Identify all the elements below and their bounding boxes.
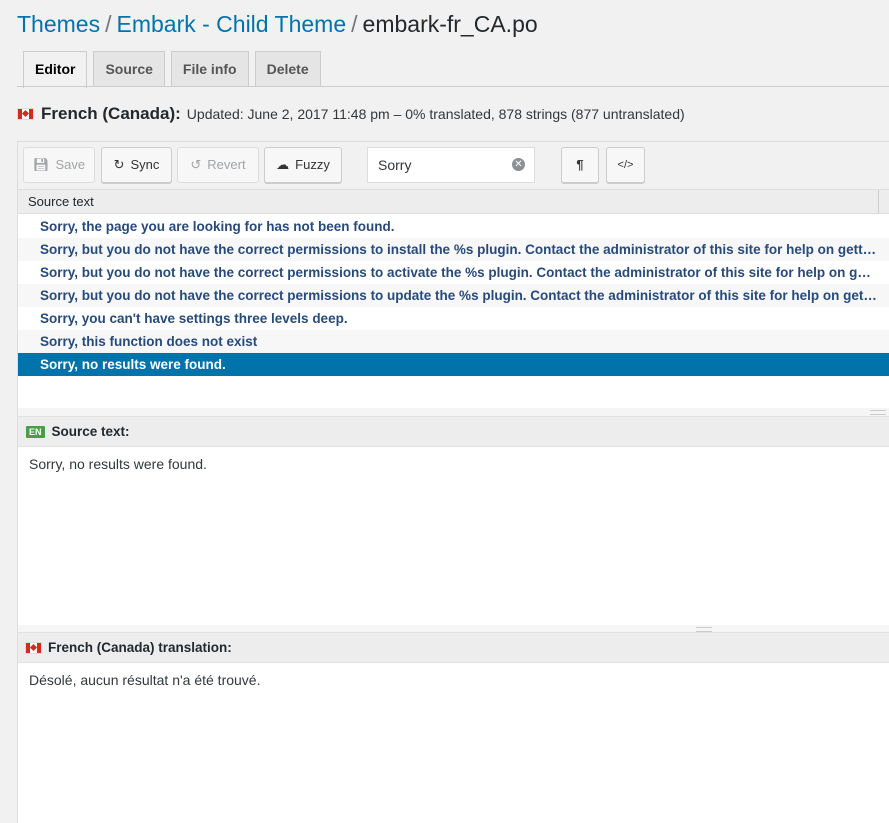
pane-splitter[interactable] [18, 408, 889, 416]
undo-icon: ↺ [190, 157, 202, 172]
list-header[interactable]: Source text [18, 190, 889, 214]
breadcrumb-separator: / [351, 11, 358, 37]
locale-name: French (Canada): [41, 104, 181, 123]
fuzzy-button[interactable]: ☁ Fuzzy [264, 147, 342, 183]
breadcrumb-themes-link[interactable]: Themes [17, 11, 100, 37]
search-input[interactable] [367, 147, 535, 183]
source-pane-title: Source text: [51, 423, 130, 439]
pilcrow-icon: ¶ [576, 157, 584, 172]
list-item-selected[interactable]: Sorry, no results were found. [18, 353, 889, 376]
breadcrumb-separator: / [105, 11, 112, 37]
translation-pane-header: French (Canada) translation: [18, 632, 889, 663]
string-list: Sorry, the page you are looking for has … [18, 215, 889, 376]
list-item[interactable]: Sorry, but you do not have the correct p… [18, 261, 889, 284]
column-resize-handle[interactable] [878, 190, 879, 213]
splitter-grip-icon [870, 410, 886, 415]
page-title: embark-fr_CA.po [362, 11, 538, 37]
en-language-badge: EN [26, 425, 45, 438]
revert-button[interactable]: ↺ Revert [177, 147, 259, 183]
list-item[interactable]: Sorry, but you do not have the correct p… [18, 238, 889, 261]
editor-tabs: Editor Source File info Delete [23, 51, 321, 88]
breadcrumb-theme-link[interactable]: Embark - Child Theme [116, 11, 346, 37]
translation-pane-title: French (Canada) translation: [48, 639, 232, 655]
flag-ca-icon [18, 109, 33, 119]
list-header-source-text: Source text [28, 194, 94, 209]
list-item[interactable]: Sorry, this function does not exist [18, 330, 889, 353]
list-item[interactable]: Sorry, the page you are looking for has … [18, 215, 889, 238]
flag-ca-icon [26, 642, 41, 653]
code-icon: </> [617, 159, 634, 171]
tab-divider [17, 86, 889, 87]
cloud-icon: ☁ [276, 157, 290, 172]
locale-status: Updated: June 2, 2017 11:48 pm – 0% tran… [186, 106, 685, 122]
save-button[interactable]: 💾︎ Save [23, 147, 95, 183]
revert-button-label: Revert [207, 157, 246, 172]
clear-search-icon[interactable]: ✕ [512, 158, 525, 171]
translation-textarea[interactable]: Désolé, aucun résultat n'a été trouvé. [18, 663, 889, 823]
sync-button[interactable]: ↻ Sync [101, 147, 172, 183]
fuzzy-button-label: Fuzzy [295, 157, 330, 172]
invisibles-toggle-button[interactable]: ¶ [561, 147, 599, 183]
list-item[interactable]: Sorry, you can't have settings three lev… [18, 307, 889, 330]
sync-button-label: Sync [130, 157, 160, 172]
floppy-disk-icon: 💾︎ [32, 157, 50, 172]
code-view-toggle-button[interactable]: </> [606, 147, 645, 183]
breadcrumb: Themes / Embark - Child Theme / embark-fr_CA… [17, 8, 538, 40]
editor-toolbar: 💾︎ Save ↻ Sync ↺ Revert ☁ Fuzzy ✕ ¶ </> [18, 141, 889, 190]
list-item[interactable]: Sorry, but you do not have the correct p… [18, 284, 889, 307]
source-text-display: Sorry, no results were found. [18, 447, 889, 625]
tab-source[interactable]: Source [93, 51, 165, 86]
tab-editor[interactable]: Editor [23, 51, 88, 88]
locale-header: French (Canada): Updated: June 2, 2017 1… [18, 103, 685, 125]
po-editor: 💾︎ Save ↻ Sync ↺ Revert ☁ Fuzzy ✕ ¶ </> … [17, 141, 889, 823]
tab-delete[interactable]: Delete [254, 51, 321, 86]
source-pane-header: EN Source text: [18, 416, 889, 447]
save-button-label: Save [55, 157, 86, 172]
refresh-icon: ↻ [113, 157, 125, 172]
tab-file-info[interactable]: File info [170, 51, 249, 86]
